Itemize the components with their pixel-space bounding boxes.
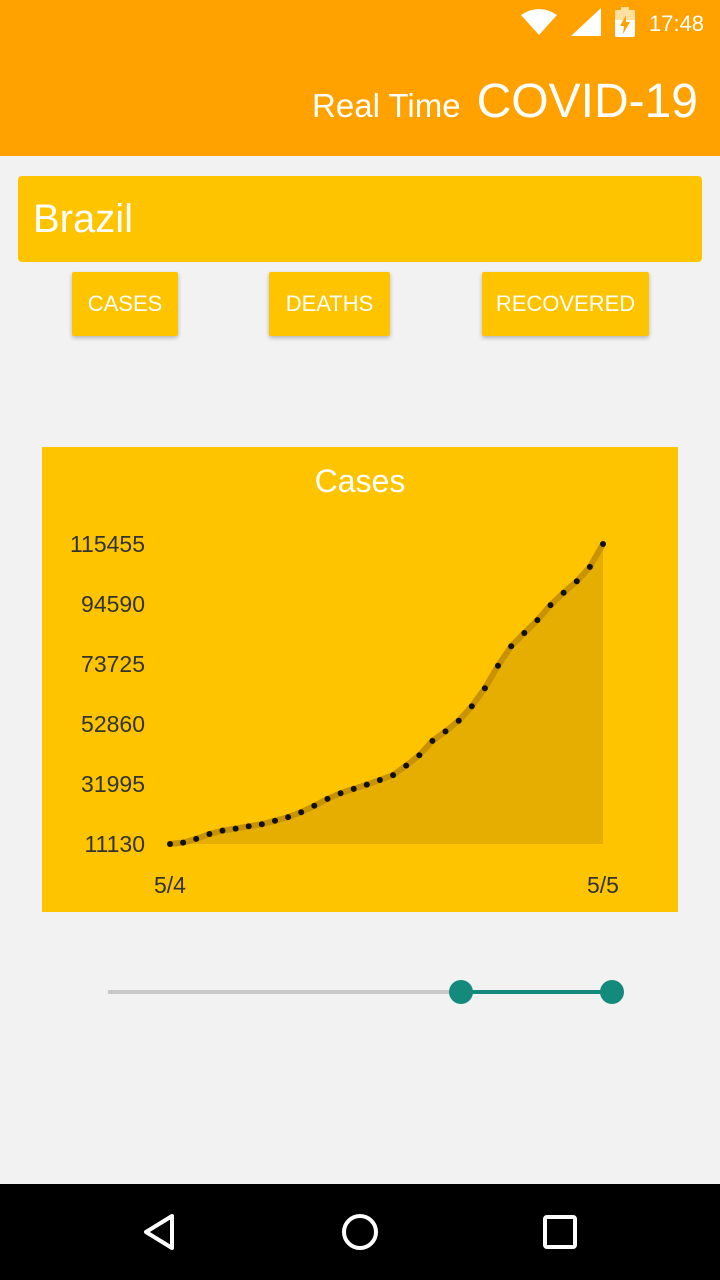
y-tick-label: 11130 <box>84 831 145 857</box>
country-name: Brazil <box>33 196 134 241</box>
y-tick-label: 52860 <box>81 711 145 737</box>
data-point <box>167 841 173 847</box>
data-point <box>193 835 200 842</box>
data-point <box>206 831 213 837</box>
home-icon[interactable] <box>340 1212 380 1252</box>
data-point <box>495 662 501 669</box>
x-tick-label: 5/5 <box>587 872 619 898</box>
y-tick-label: 73725 <box>81 651 145 677</box>
data-point <box>442 728 449 735</box>
data-point <box>311 802 318 809</box>
x-axis: 5/4 5/5 <box>154 872 619 898</box>
status-time: 17:48 <box>648 11 704 36</box>
y-tick-label: 115455 <box>70 531 145 557</box>
battery-charging-icon <box>614 6 635 42</box>
data-point <box>455 717 462 724</box>
signal-icon <box>570 7 601 41</box>
data-point <box>258 821 265 828</box>
data-point <box>219 827 226 834</box>
slider-start-thumb[interactable] <box>448 980 473 1004</box>
date-range-slider[interactable] <box>108 970 628 1014</box>
data-point <box>232 825 239 832</box>
back-icon[interactable] <box>140 1212 180 1252</box>
data-point <box>429 737 436 744</box>
data-point <box>350 785 357 792</box>
cases-area <box>170 544 603 844</box>
data-point <box>245 823 252 830</box>
data-point <box>600 541 606 547</box>
data-point <box>390 772 397 779</box>
y-axis: 115455 94590 73725 52860 31995 11130 <box>70 531 145 857</box>
data-point <box>508 643 515 650</box>
data-point <box>272 817 278 824</box>
data-point <box>324 795 331 802</box>
data-point <box>337 790 344 797</box>
data-point <box>298 809 305 816</box>
data-point <box>416 752 423 759</box>
country-selector[interactable]: Brazil <box>18 176 702 262</box>
recovered-button[interactable]: RECOVERED <box>482 272 649 336</box>
title-bar: Real Time COVID-19 <box>312 74 698 129</box>
data-point <box>180 839 187 846</box>
cases-button[interactable]: CASES <box>72 272 178 336</box>
status-bar: 17:48 <box>520 6 704 42</box>
recents-icon[interactable] <box>540 1212 580 1252</box>
navigation-bar <box>0 1184 720 1280</box>
chart-title: Cases <box>315 463 406 499</box>
data-point <box>363 781 370 788</box>
x-tick-label: 5/4 <box>154 872 186 898</box>
data-point <box>573 578 580 585</box>
chart-canvas: Cases 115455 94590 73725 52860 31995 11130 5/… <box>70 463 619 898</box>
data-point <box>547 602 554 609</box>
deaths-button[interactable]: DEATHS <box>269 272 390 336</box>
app-subtitle: Real Time <box>312 87 461 124</box>
data-point <box>376 777 383 783</box>
wifi-icon <box>520 8 557 40</box>
data-point <box>560 589 567 596</box>
data-point <box>521 630 528 636</box>
slider-selected-range <box>460 990 612 994</box>
data-point <box>534 617 541 624</box>
data-point <box>468 703 475 710</box>
app-title: COVID-19 <box>476 75 698 128</box>
data-point <box>285 814 292 821</box>
data-point <box>586 563 593 570</box>
data-point <box>481 685 488 692</box>
y-tick-label: 94590 <box>81 591 145 617</box>
app-bar: 17:48 Real Time COVID-19 <box>0 0 720 156</box>
slider-end-thumb[interactable] <box>600 980 624 1004</box>
cases-chart: Cases 115455 94590 73725 52860 31995 11130 5/… <box>42 447 678 912</box>
y-tick-label: 31995 <box>81 771 145 797</box>
data-point <box>403 762 410 769</box>
